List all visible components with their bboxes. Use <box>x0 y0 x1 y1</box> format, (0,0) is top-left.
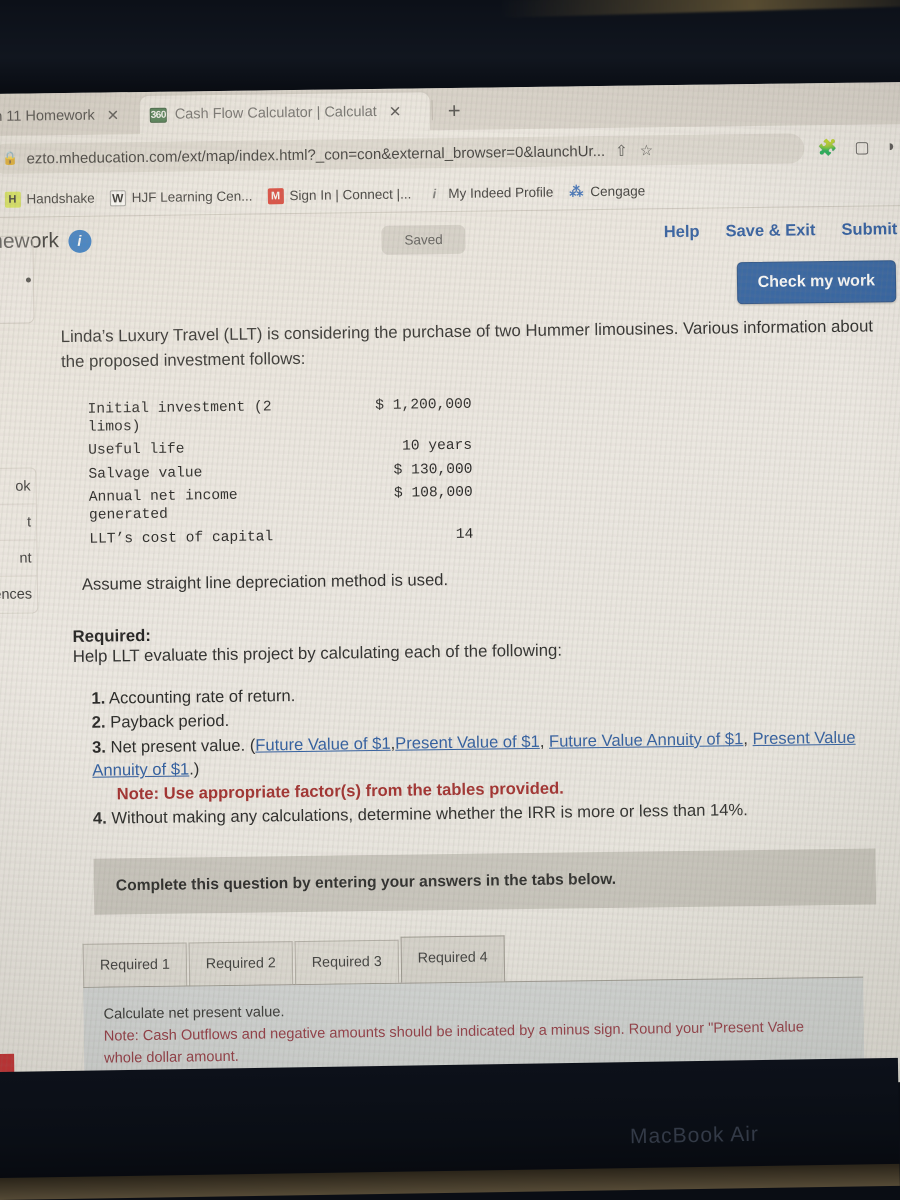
lock-icon: 🔒 <box>2 150 19 166</box>
laptop-bezel-top <box>0 0 900 96</box>
table-row: LLT’s cost of capital 14 <box>89 524 473 550</box>
bookmark-item-connect[interactable]: M Sign In | Connect |... <box>267 186 411 204</box>
tab-required-1[interactable]: Required 1 <box>82 942 188 987</box>
row-value: 10 years <box>401 437 473 455</box>
new-tab-button[interactable]: + <box>448 98 461 123</box>
item-number: 4. <box>92 808 107 829</box>
bookmark-label: HJF Learning Cen... <box>131 188 253 206</box>
mcgraw-m-icon: M <box>267 187 284 204</box>
row-label: LLT’s cost of capital <box>89 529 274 548</box>
bezel-glint <box>499 0 900 18</box>
handshake-icon: H <box>4 191 21 208</box>
table-row: Useful life 10 years <box>88 435 472 461</box>
submit-link[interactable]: Submit <box>841 220 897 240</box>
info-icon[interactable]: i <box>67 229 92 253</box>
tab-divider <box>431 100 433 121</box>
bookmark-label: Cengage <box>590 183 646 200</box>
assumption-text: Assume straight line depreciation method… <box>81 569 449 594</box>
connect-homework-page: mework i Saved Help Save & Exit Submit C… <box>0 205 900 1095</box>
row-value: 14 <box>455 526 474 543</box>
table-row: Initial investment (2 limos) $ 1,200,000 <box>87 394 472 439</box>
sidebar-item-references[interactable]: ences <box>0 576 37 613</box>
laptop-screen: Ch 11 Homework ✕ 360 Cash Flow Calculato… <box>0 81 900 1095</box>
star-icon[interactable]: ☆ <box>638 141 656 159</box>
sidebar-panel-icon[interactable]: ▢ <box>850 137 873 157</box>
table-row: Annual net income generated $ 108,000 <box>89 482 473 527</box>
complete-question-banner: Complete this question by entering your … <box>93 848 877 915</box>
item-number: 2. <box>91 712 106 732</box>
bookmark-item-hjf[interactable]: W HJF Learning Cen... <box>109 188 253 206</box>
question-intro: Linda’s Luxury Travel (LLT) is consideri… <box>60 316 874 371</box>
tab-close-icon[interactable]: ✕ <box>385 102 406 121</box>
topbar-actions: Help Save & Exit Submit <box>664 220 898 242</box>
item-text: Payback period. <box>110 711 230 732</box>
item-text: Without making any calculations, determi… <box>111 800 748 828</box>
address-bar[interactable]: 🔒 ezto.mheducation.com/ext/map/index.htm… <box>0 133 805 174</box>
tab-title: Cash Flow Calculator | Calculat <box>174 103 377 123</box>
required-list: 1. Accounting rate of return. 2. Payback… <box>91 676 900 831</box>
bookmark-label: Sign In | Connect |... <box>289 186 412 204</box>
item-tail: .) <box>189 759 200 779</box>
item-text: Accounting rate of return. <box>108 685 296 708</box>
table-row: Salvage value $ 130,000 <box>88 459 472 485</box>
future-value-of-1-link[interactable]: Future Value of $1 <box>255 734 391 755</box>
photo-of-laptop-screen: Ch 11 Homework ✕ 360 Cash Flow Calculato… <box>0 0 900 1200</box>
row-label: Initial investment (2 limos) <box>87 398 272 436</box>
profile-avatar-icon[interactable]: ◗ <box>882 138 900 156</box>
item-number: 3. <box>91 737 107 757</box>
bookmark-label: My Indeed Profile <box>448 184 554 202</box>
sidebar-item-ebook[interactable]: ok <box>0 468 36 506</box>
sidebar-bullet-icon <box>25 277 31 283</box>
bookmark-label: Handshake <box>26 190 95 207</box>
help-link[interactable]: Help <box>664 223 700 242</box>
browser-tab-2[interactable]: 360 Cash Flow Calculator | Calculat ✕ <box>139 92 431 135</box>
sidebar-menu: ok t nt ences <box>0 467 39 615</box>
cengage-icon: ⁂ <box>569 183 584 200</box>
check-my-work-button[interactable]: Check my work <box>736 260 897 305</box>
bookmark-item-indeed[interactable]: i My Indeed Profile <box>426 184 553 202</box>
row-label: Annual net income generated <box>88 487 238 525</box>
sidebar-item-hint[interactable]: nt <box>0 540 37 578</box>
macbook-air-label: MacBook Air <box>629 1122 760 1149</box>
list-item: 3. Net present value. (Future Value of $… <box>92 725 900 806</box>
tab-close-icon[interactable]: ✕ <box>103 106 124 125</box>
tab-required-2[interactable]: Required 2 <box>188 941 294 986</box>
row-label: Useful life <box>88 441 185 460</box>
save-and-exit-link[interactable]: Save & Exit <box>725 221 815 241</box>
item-text: Net present value. ( <box>110 735 256 757</box>
360-favicon: 360 <box>149 107 167 123</box>
row-value: $ 1,200,000 <box>375 396 472 414</box>
hjf-w-icon: W <box>109 189 126 206</box>
browser-chrome: Ch 11 Homework ✕ 360 Cash Flow Calculato… <box>0 81 900 219</box>
tab-required-3[interactable]: Required 3 <box>294 939 400 985</box>
extensions-puzzle-icon[interactable]: 🧩 <box>813 138 841 158</box>
row-label: Salvage value <box>88 464 203 483</box>
item-number: 1. <box>91 688 106 708</box>
row-value: $ 108,000 <box>393 484 473 502</box>
indeed-icon: i <box>432 186 437 202</box>
share-icon[interactable]: ⇧ <box>613 142 630 160</box>
investment-data-table: Initial investment (2 limos) $ 1,200,000 … <box>85 392 475 553</box>
logo-line-1: c <box>0 1058 11 1072</box>
url-text: ezto.mheducation.com/ext/map/index.html?… <box>26 142 606 168</box>
row-value: $ 130,000 <box>393 461 473 479</box>
saved-status-badge: Saved <box>381 224 466 255</box>
tab-required-4[interactable]: Required 4 <box>400 935 505 983</box>
tab-title: Ch 11 Homework <box>0 107 95 126</box>
present-value-of-1-link[interactable]: Present Value of $1 <box>395 732 540 753</box>
sidebar-item-print[interactable]: t <box>0 504 37 542</box>
bookmark-item-handshake[interactable]: H Handshake <box>4 190 95 208</box>
bookmark-item-cengage[interactable]: ⁂ Cengage <box>568 183 645 200</box>
future-value-annuity-link[interactable]: Future Value Annuity of $1 <box>549 729 744 751</box>
question-content: Linda’s Luxury Travel (LLT) is consideri… <box>0 314 900 1095</box>
